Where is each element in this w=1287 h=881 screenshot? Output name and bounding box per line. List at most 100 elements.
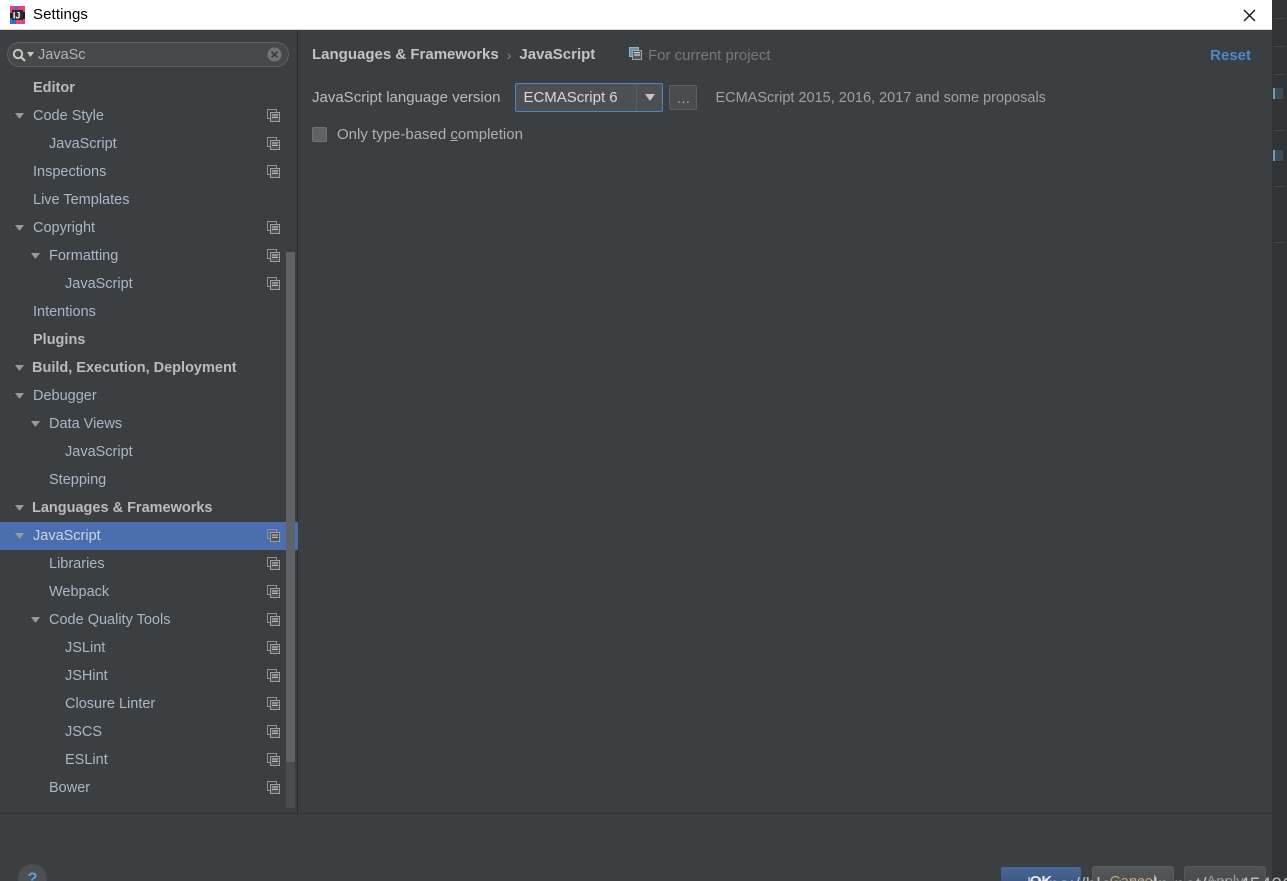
tree-item[interactable]: Copyright: [0, 214, 298, 242]
search-input[interactable]: [38, 46, 260, 63]
tree-item-label: Editor: [33, 80, 75, 96]
browse-ellipsis-button[interactable]: …: [669, 85, 698, 110]
copy-module-icon: [629, 47, 642, 64]
breadcrumb-item-parent[interactable]: Languages & Frameworks: [312, 46, 499, 63]
tree-item-label: Closure Linter: [65, 696, 156, 712]
tree-item-label: Code Quality Tools: [49, 612, 171, 628]
tree-item-label: Languages & Frameworks: [32, 500, 213, 516]
tree-expand-arrow-icon[interactable]: [12, 522, 26, 550]
close-icon[interactable]: [1226, 0, 1272, 30]
tree-item-label: Inspections: [33, 164, 107, 180]
tree-item[interactable]: JavaScript: [0, 438, 298, 466]
scope-note: For current project: [629, 47, 771, 64]
only-type-based-completion-row[interactable]: Only type-based completion: [312, 126, 523, 143]
ok-button[interactable]: OK: [1000, 866, 1082, 881]
version-description: ECMAScript 2015, 2016, 2017 and some pro…: [715, 89, 1046, 106]
tree-item-label: Plugins: [33, 332, 86, 348]
apply-button[interactable]: Apply: [1184, 866, 1266, 881]
tree-expand-arrow-icon[interactable]: [12, 214, 26, 242]
tree-item-label: Bower: [49, 780, 91, 796]
label-suffix: ompletion: [457, 126, 523, 143]
tree-item[interactable]: ESLint: [0, 746, 298, 774]
tree-item-label: JavaScript: [65, 276, 133, 292]
tree-item-label: Data Views: [49, 416, 123, 432]
label-prefix: Only type-based: [337, 126, 451, 143]
tree-scrollbar-thumb[interactable]: [286, 252, 295, 762]
tree-item[interactable]: JSCS: [0, 718, 298, 746]
search-field[interactable]: [7, 42, 289, 67]
tree-item[interactable]: Closure Linter: [0, 690, 298, 718]
tree-item-label: ESLint: [65, 752, 108, 768]
tree-item[interactable]: Inspections: [0, 158, 298, 186]
chevron-down-icon: [27, 52, 34, 57]
tree-item[interactable]: JavaScript: [0, 270, 298, 298]
tree-item[interactable]: Code Quality Tools: [0, 606, 298, 634]
settings-detail-panel: Languages & Frameworks › JavaScript For …: [298, 30, 1272, 813]
tree-expand-arrow-icon[interactable]: [12, 494, 26, 522]
tree-item[interactable]: Plugins: [0, 326, 298, 354]
cancel-button[interactable]: Cancel: [1092, 866, 1174, 881]
tree-item-label: Intentions: [33, 304, 96, 320]
language-version-row: JavaScript language version ECMAScript 6…: [312, 83, 1046, 112]
tree-item-label: Build, Execution, Deployment: [32, 360, 237, 376]
language-version-value: ECMAScript 6: [523, 89, 618, 106]
language-version-combobox[interactable]: ECMAScript 6: [515, 83, 664, 112]
clear-circle-icon[interactable]: [260, 43, 288, 66]
search-icon[interactable]: [8, 43, 38, 66]
tree-item[interactable]: Stepping: [0, 466, 298, 494]
tree-item[interactable]: Formatting: [0, 242, 298, 270]
settings-tree[interactable]: Editor Code Style JavaScript Inspections Liv…: [0, 74, 298, 813]
scope-note-label: For current project: [648, 47, 771, 64]
tree-item[interactable]: Bower: [0, 774, 298, 802]
tree-item-label: JavaScript: [33, 528, 101, 544]
tree-item-label: Live Templates: [33, 192, 130, 208]
tree-item[interactable]: Data Views: [0, 410, 298, 438]
tree-item[interactable]: Intentions: [0, 298, 298, 326]
only-type-based-completion-label: Only type-based completion: [337, 126, 523, 143]
tree-item-label: JSLint: [65, 640, 106, 656]
tree-item[interactable]: JSLint: [0, 634, 298, 662]
tree-item[interactable]: JavaScript: [0, 522, 298, 550]
tree-item[interactable]: Debugger: [0, 382, 298, 410]
dialog-body: Editor Code Style JavaScript Inspections Liv…: [0, 30, 1287, 881]
tree-expand-arrow-icon[interactable]: [28, 410, 42, 438]
tree-expand-arrow-icon[interactable]: [12, 354, 26, 382]
tree-item[interactable]: Libraries: [0, 550, 298, 578]
project-scope-icon: [267, 165, 280, 178]
tree-item[interactable]: Webpack: [0, 578, 298, 606]
tree-item-label: JavaScript: [65, 444, 133, 460]
tree-item-label: Debugger: [33, 388, 97, 404]
title-bar: IJ Settings: [0, 0, 1272, 30]
window-title: Settings: [33, 6, 88, 23]
tree-item[interactable]: Live Templates: [0, 186, 298, 214]
tree-item-label: JavaScript: [49, 136, 117, 152]
tree-expand-arrow-icon[interactable]: [12, 382, 26, 410]
tree-item[interactable]: Code Style: [0, 102, 298, 130]
tree-expand-arrow-icon[interactable]: [12, 102, 26, 130]
tree-expand-arrow-icon[interactable]: [28, 606, 42, 634]
tree-item[interactable]: Languages & Frameworks: [0, 494, 298, 522]
chevron-down-icon[interactable]: [636, 84, 662, 111]
reset-link[interactable]: Reset: [1210, 47, 1251, 64]
settings-dialog-window: IJ Settings JavaSc Editor Code Style Jav…: [0, 0, 1287, 881]
project-scope-icon: [267, 725, 280, 738]
tree-expand-arrow-icon[interactable]: [28, 242, 42, 270]
tree-item-label: Webpack: [49, 584, 110, 600]
only-type-based-completion-checkbox[interactable]: [312, 127, 327, 142]
tree-item[interactable]: Build, Execution, Deployment: [0, 354, 298, 382]
background-editor-strip: [1272, 0, 1287, 881]
tree-item[interactable]: Editor: [0, 74, 298, 102]
intellij-idea-icon: IJ: [9, 6, 26, 24]
tree-item-label: Libraries: [49, 556, 105, 572]
project-scope-icon: [267, 249, 280, 262]
settings-tree-panel: Editor Code Style JavaScript Inspections Liv…: [0, 30, 298, 813]
project-scope-icon: [267, 221, 280, 234]
tree-item-label: JSCS: [65, 724, 103, 740]
tree-item-label: Stepping: [49, 472, 107, 488]
svg-text:IJ: IJ: [13, 10, 21, 20]
tree-item[interactable]: JSHint: [0, 662, 298, 690]
project-scope-icon: [267, 641, 280, 654]
project-scope-icon: [267, 557, 280, 570]
project-scope-icon: [267, 697, 280, 710]
tree-item[interactable]: JavaScript: [0, 130, 298, 158]
